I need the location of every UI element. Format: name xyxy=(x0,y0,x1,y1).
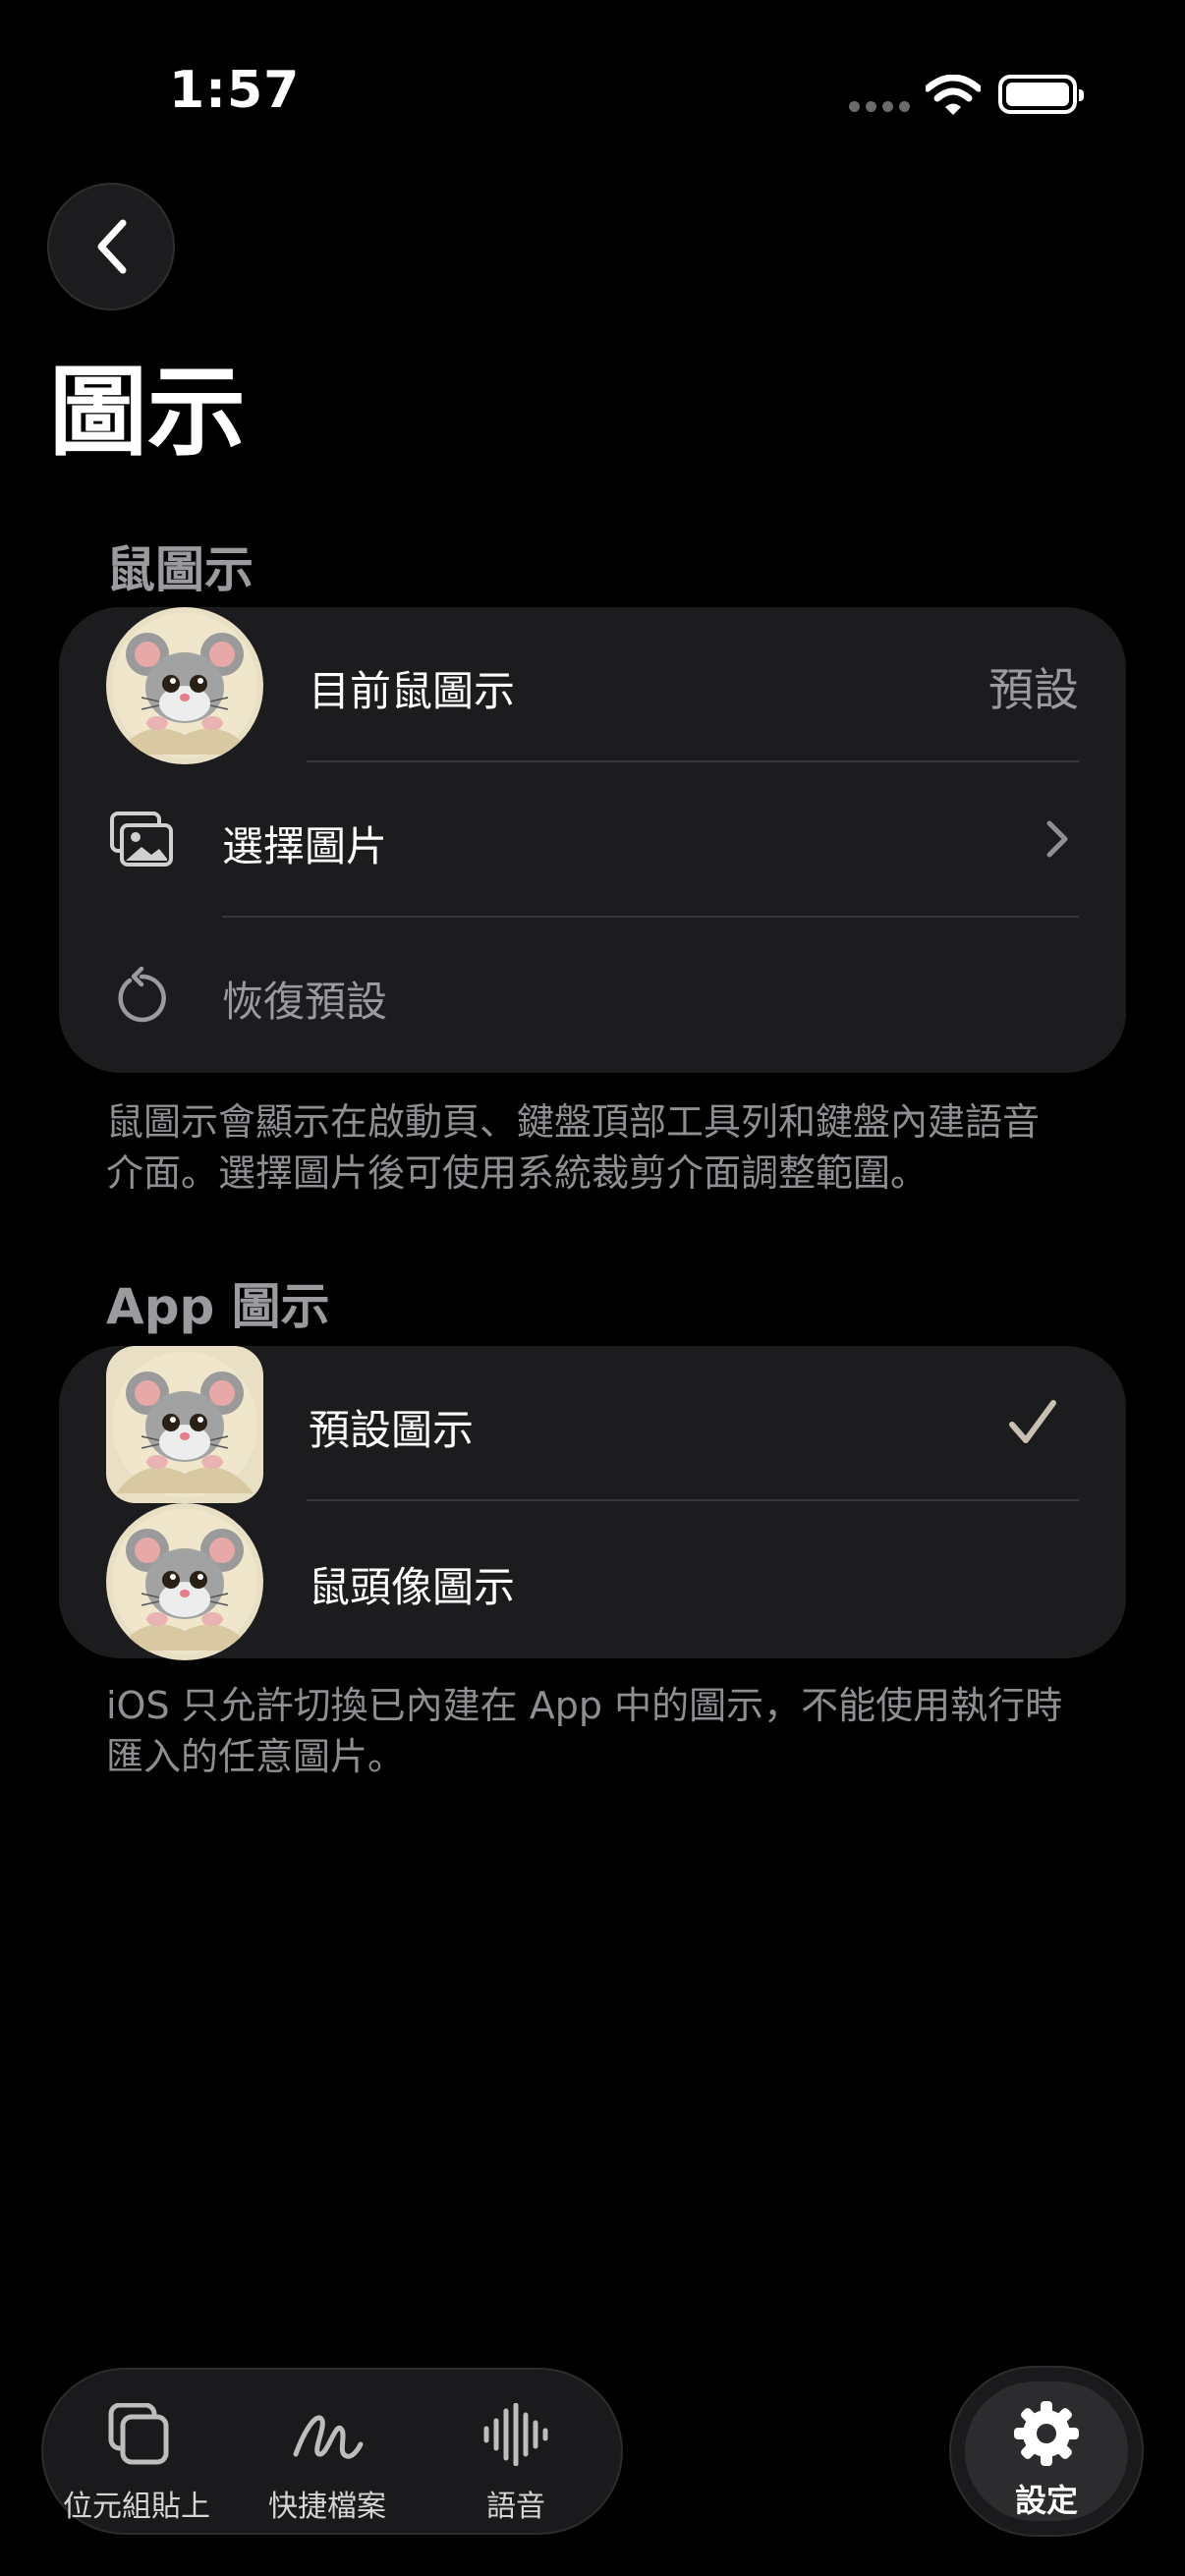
restore-default-row[interactable]: 恢復預設 xyxy=(59,918,1126,1073)
current-mouse-icon-label: 目前鼠圖示 xyxy=(309,667,516,715)
current-mouse-avatar xyxy=(106,607,263,764)
section-header-mouse-icon: 鼠圖示 xyxy=(106,541,254,598)
scribble-icon xyxy=(293,2415,364,2459)
default-app-icon-label: 預設圖示 xyxy=(309,1406,475,1454)
page-title: 圖示 xyxy=(49,355,246,470)
current-mouse-icon-value: 預設 xyxy=(988,663,1079,716)
tab-quick-files[interactable]: 快捷檔案 xyxy=(234,2403,421,2525)
mouse-avatar-app-icon-preview xyxy=(106,1503,263,1660)
settings-tab-button[interactable]: 設定 xyxy=(949,2366,1144,2537)
restore-arrow-icon xyxy=(118,967,166,1023)
mouse-icon-footnote: 鼠圖示會顯示在啟動頁、鍵盤頂部工具列和鍵盤內建語音 介面。選擇圖片後可使用系統裁… xyxy=(106,1100,1041,1195)
mouse-icon-card: 目前鼠圖示 預設 選擇圖片 恢復預設 xyxy=(59,607,1126,1073)
battery-icon xyxy=(998,75,1084,114)
back-button[interactable] xyxy=(47,183,175,310)
tab-label: 語音 xyxy=(486,2490,545,2524)
mouse-avatar-app-icon-label: 鼠頭像圖示 xyxy=(309,1563,516,1611)
default-app-icon-preview xyxy=(106,1346,263,1503)
tab-voice[interactable]: 語音 xyxy=(423,2402,609,2525)
waveform-icon xyxy=(483,2402,548,2467)
tab-label: 快捷檔案 xyxy=(268,2490,386,2524)
app-icon-option-default[interactable]: 預設圖示 xyxy=(59,1346,1126,1501)
app-icon-option-mouse-avatar[interactable]: 鼠頭像圖示 xyxy=(59,1503,1126,1658)
app-icon-footnote: iOS 只允許切換已內建在 App 中的圖示，不能使用執行時 匯入的任意圖片。 xyxy=(106,1684,1063,1778)
copy-icon xyxy=(108,2402,169,2465)
restore-default-label: 恢復預設 xyxy=(222,978,388,1026)
tab-bar: 位元組貼上 快捷檔案 語音 xyxy=(41,2368,623,2535)
chevron-right-icon xyxy=(1046,820,1068,858)
tab-byte-paste[interactable]: 位元組貼上 xyxy=(43,2402,230,2525)
tab-label: 位元組貼上 xyxy=(63,2490,210,2524)
app-icon-card: 預設圖示 鼠頭像圖示 xyxy=(59,1346,1126,1658)
chevron-left-icon xyxy=(97,219,127,274)
photo-library-icon xyxy=(110,812,173,867)
choose-image-label: 選擇圖片 xyxy=(222,822,388,870)
current-mouse-icon-row: 目前鼠圖示 預設 xyxy=(59,607,1126,762)
choose-image-row[interactable]: 選擇圖片 xyxy=(59,762,1126,918)
gear-icon xyxy=(1014,2401,1079,2466)
wifi-icon xyxy=(926,75,981,115)
settings-tab-selected: 設定 xyxy=(965,2381,1128,2521)
settings-tab-label: 設定 xyxy=(1014,2482,1078,2519)
separator xyxy=(307,1499,1079,1501)
status-time: 1:57 xyxy=(169,61,301,120)
checkmark-icon xyxy=(1009,1400,1056,1443)
section-header-app-icon: App 圖示 xyxy=(106,1278,330,1335)
cellular-signal-icon xyxy=(849,101,910,115)
